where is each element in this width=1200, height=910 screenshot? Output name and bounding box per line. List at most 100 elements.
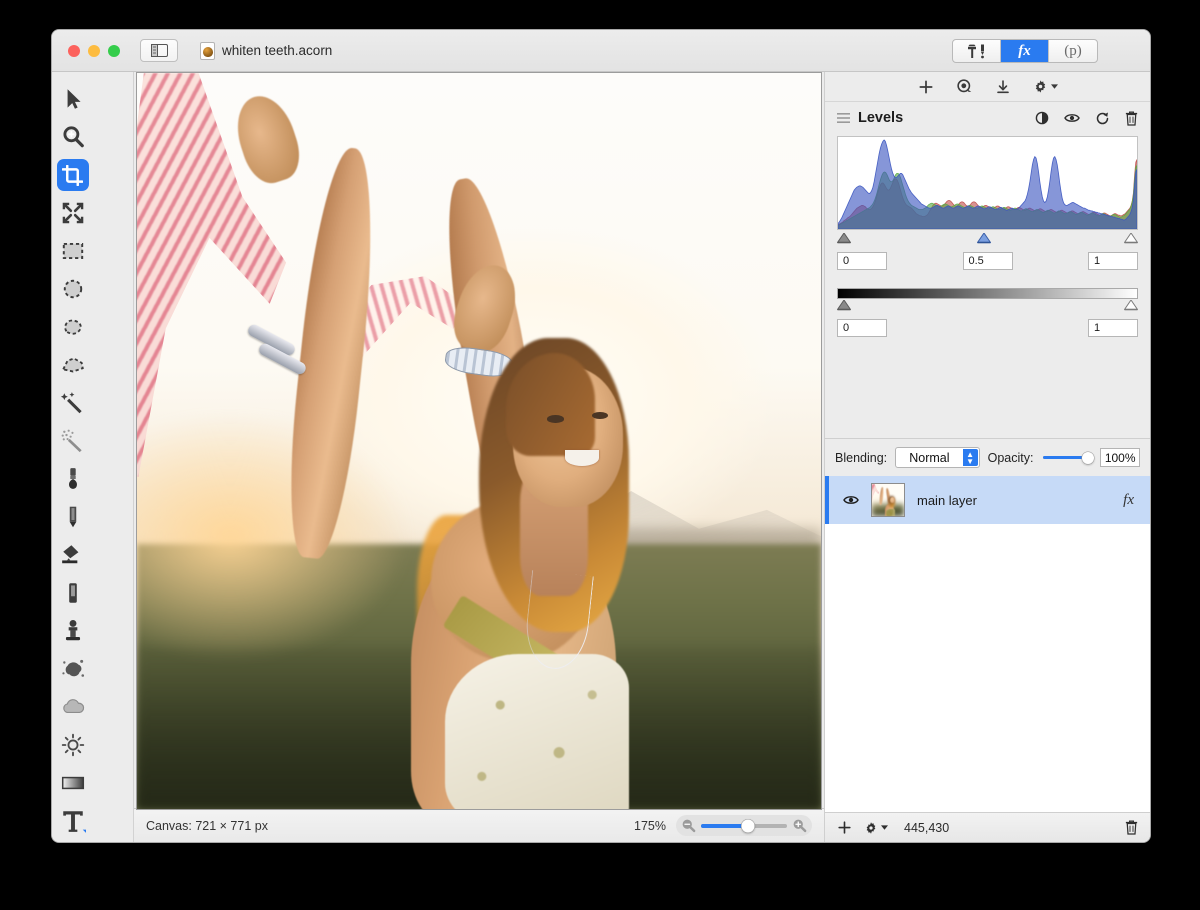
photo-eye-left xyxy=(547,415,564,423)
zoom-tool[interactable] xyxy=(52,118,93,156)
instant-alpha-tool[interactable] xyxy=(52,422,93,460)
dodge-tool[interactable] xyxy=(52,726,93,764)
output-levels-sliders[interactable] xyxy=(837,300,1138,314)
zoom-slider-thumb[interactable] xyxy=(741,819,755,832)
move-tool[interactable] xyxy=(52,80,93,118)
rectangle-select-tool[interactable] xyxy=(52,232,93,270)
minimize-button[interactable] xyxy=(88,44,100,57)
reset-icon[interactable] xyxy=(1095,111,1110,126)
eraser-tool[interactable] xyxy=(52,574,93,612)
polygon-lasso-icon xyxy=(61,357,84,373)
output-white-field[interactable]: 1 xyxy=(1088,319,1138,337)
layer-row[interactable]: main layer fx xyxy=(825,476,1150,524)
zoom-level-label: 175% xyxy=(634,818,666,833)
thumb-head xyxy=(889,496,895,503)
add-filter-icon[interactable] xyxy=(918,79,934,95)
smudge-splatter-icon xyxy=(61,659,84,677)
eye-icon[interactable] xyxy=(843,494,859,506)
photo-eye-right xyxy=(591,411,609,419)
filter-stack: Levels 0 0.5 1 0 1 xyxy=(825,102,1150,438)
ellipse-select-tool[interactable] xyxy=(52,270,93,308)
paint-bucket-tool[interactable] xyxy=(52,536,93,574)
opacity-slider-thumb[interactable] xyxy=(1082,451,1095,464)
tab-palette[interactable]: (p) xyxy=(1049,40,1097,62)
pencil-tool[interactable] xyxy=(52,498,93,536)
chevron-down-icon xyxy=(1050,84,1058,89)
image-canvas[interactable] xyxy=(136,72,822,810)
sidebar-toggle-button[interactable] xyxy=(140,39,178,62)
crop-tool[interactable] xyxy=(52,156,93,194)
layer-effects-badge[interactable]: fx xyxy=(1123,492,1134,509)
transform-tool[interactable] xyxy=(52,194,93,232)
canvas-photo xyxy=(137,73,821,809)
bezier-pen-tool[interactable] xyxy=(52,840,93,842)
inspector-mode-segmented-control[interactable]: fx (p) xyxy=(952,39,1098,63)
magnifier-plus-icon xyxy=(793,819,807,833)
thumb-glow xyxy=(872,498,885,510)
layers-gear-dropdown[interactable] xyxy=(864,821,888,835)
tab-tools[interactable] xyxy=(953,40,1001,62)
filter-preset-icon[interactable] xyxy=(956,78,973,95)
paint-brush-tool[interactable] xyxy=(52,460,93,498)
gamma-knob[interactable] xyxy=(977,233,991,244)
blending-row: Blending: Normal ▲ ▼ Opacity: 100% xyxy=(825,438,1150,476)
crop-icon xyxy=(62,164,83,186)
gear-icon xyxy=(866,821,876,834)
gradient-tool[interactable] xyxy=(52,764,93,802)
lasso-icon xyxy=(63,319,82,335)
input-levels-sliders[interactable] xyxy=(837,233,1138,247)
canvas-column: Canvas: 721 × 771 px 175% xyxy=(134,72,824,842)
trash-icon[interactable] xyxy=(1125,111,1138,126)
black-point-field[interactable]: 0 xyxy=(837,252,887,270)
zoom-button[interactable] xyxy=(108,44,120,57)
output-white-knob[interactable] xyxy=(1124,300,1138,311)
output-black-knob[interactable] xyxy=(837,300,851,311)
output-levels-gradient[interactable] xyxy=(837,288,1138,299)
cloud-icon xyxy=(62,699,84,714)
drag-handle-icon[interactable] xyxy=(837,112,850,124)
zoom-slider-track[interactable] xyxy=(701,819,787,832)
opacity-slider-track[interactable] xyxy=(1043,451,1095,464)
layers-toolbar: 445,430 xyxy=(825,812,1150,842)
blending-mode-select[interactable]: Normal ▲ ▼ xyxy=(895,447,980,468)
clone-stamp-tool[interactable] xyxy=(52,612,93,650)
pencil-icon xyxy=(69,506,76,528)
polygon-lasso-tool[interactable] xyxy=(52,346,93,384)
tab-filters-label: fx xyxy=(1018,42,1031,59)
close-button[interactable] xyxy=(68,44,80,57)
photo-hair-front xyxy=(506,352,596,456)
white-point-field[interactable]: 1 xyxy=(1088,252,1138,270)
output-black-field[interactable]: 0 xyxy=(837,319,887,337)
add-layer-button[interactable] xyxy=(837,820,852,835)
zoom-slider-group[interactable] xyxy=(676,815,812,836)
inspector-toolbar xyxy=(825,72,1150,102)
black-point-knob[interactable] xyxy=(837,233,851,244)
zoom-in-button[interactable] xyxy=(791,817,808,834)
magic-wand-tool[interactable] xyxy=(52,384,93,422)
canvas-area[interactable] xyxy=(134,72,824,810)
canvas-size-label: Canvas: 721 × 771 px xyxy=(146,818,268,833)
blur-tool[interactable] xyxy=(52,688,93,726)
chevron-down-icon xyxy=(881,825,888,830)
zoom-out-button[interactable] xyxy=(680,817,697,834)
gamma-field[interactable]: 0.5 xyxy=(962,252,1013,270)
text-tool[interactable] xyxy=(52,802,93,840)
lasso-tool[interactable] xyxy=(52,308,93,346)
document-title: whiten teeth.acorn xyxy=(222,43,333,58)
opacity-value-field[interactable]: 100% xyxy=(1100,448,1140,467)
magnifier-plus-icon xyxy=(62,126,84,148)
delete-layer-button[interactable] xyxy=(1125,820,1138,835)
tool-palette xyxy=(52,72,134,842)
blending-stepper-arrows[interactable]: ▲ ▼ xyxy=(962,449,978,466)
eye-icon[interactable] xyxy=(1064,111,1080,125)
contrast-icon[interactable] xyxy=(1035,111,1049,125)
text-t-icon xyxy=(62,811,86,833)
download-icon[interactable] xyxy=(995,79,1011,95)
inspector-gear-dropdown[interactable] xyxy=(1033,79,1058,94)
levels-histogram[interactable] xyxy=(837,136,1138,230)
smudge-tool[interactable] xyxy=(52,650,93,688)
white-point-knob[interactable] xyxy=(1124,233,1138,244)
document-title-group[interactable]: whiten teeth.acorn xyxy=(200,41,333,60)
photo-sun-glow xyxy=(137,411,411,662)
tab-filters[interactable]: fx xyxy=(1001,40,1049,62)
